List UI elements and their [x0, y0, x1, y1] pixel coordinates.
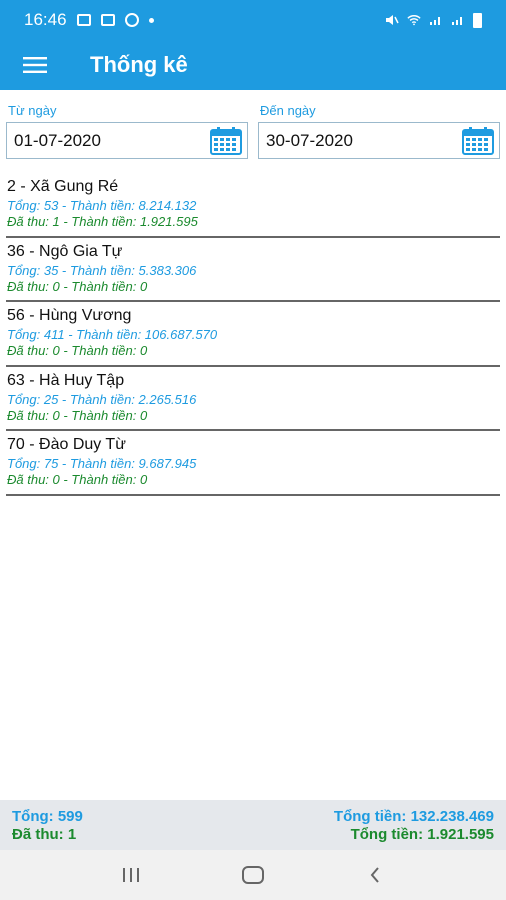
message-notification-icon	[100, 14, 115, 26]
more-notifications-icon	[148, 17, 154, 23]
item-name: 63 - Hà Huy Tập	[7, 371, 125, 389]
item-total: Tổng: 411 - Thành tiền: 106.687.570	[7, 327, 218, 342]
item-name: 2 - Xã Gung Ré	[7, 178, 119, 195]
summary-footer: Tổng: 599 Tổng tiền: 132.238.469 Đã thu:…	[0, 800, 506, 850]
list-item[interactable]: 63 - Hà Huy Tập Tổng: 25 - Thành tiền: 2…	[6, 367, 500, 431]
item-collected: Đã thu: 0 - Thành tiền: 0	[7, 278, 148, 294]
menu-icon	[23, 57, 47, 73]
item-total: Tổng: 35 - Thành tiền: 5.383.306	[7, 262, 197, 278]
footer-collected-amount: Tổng tiền: 1.921.595	[350, 826, 494, 843]
item-name: 36 - Ngô Gia Tự	[7, 242, 123, 260]
to-calendar-button[interactable]	[462, 126, 494, 155]
footer-total-amount: Tổng tiền: 132.238.469	[333, 808, 494, 825]
item-name: 70 - Đào Duy Từ	[7, 436, 126, 453]
to-date-field[interactable]: 30-07-2020	[258, 122, 500, 159]
recents-icon	[123, 868, 139, 882]
item-total: Tổng: 53 - Thành tiền: 8.214.132	[7, 198, 197, 213]
status-time: 16:46	[24, 10, 67, 29]
item-name: 56 - Hùng Vương	[7, 307, 132, 324]
battery-icon	[473, 12, 482, 28]
item-collected: Đã thu: 0 - Thành tiền: 0	[7, 343, 148, 358]
system-nav-bar	[0, 850, 506, 900]
date-filter: Từ ngày 01-07-2020 Đến ngày 30-07-2020	[0, 100, 506, 159]
item-total: Tổng: 75 - Thành tiền: 9.687.945	[7, 456, 197, 471]
sync-notification-icon	[124, 13, 139, 27]
app-bar: Thống kê	[0, 40, 506, 90]
from-date-group: Từ ngày 01-07-2020	[6, 100, 248, 159]
list-item[interactable]: 56 - Hùng Vương Tổng: 411 - Thành tiền: …	[6, 302, 500, 367]
recents-button[interactable]	[106, 855, 156, 895]
wifi-icon	[407, 15, 421, 26]
to-date-value[interactable]: 30-07-2020	[266, 131, 462, 151]
to-date-label: Đến ngày	[260, 103, 316, 118]
home-button[interactable]	[228, 855, 278, 895]
from-date-value[interactable]: 01-07-2020	[14, 131, 210, 151]
item-total: Tổng: 25 - Thành tiền: 2.265.516	[7, 391, 197, 407]
item-collected: Đã thu: 0 - Thành tiền: 0	[7, 472, 148, 487]
list-item[interactable]: 36 - Ngô Gia Tự Tổng: 35 - Thành tiền: 5…	[6, 238, 500, 302]
status-bar: 16:46	[0, 0, 506, 40]
from-calendar-button[interactable]	[210, 126, 242, 155]
list-item[interactable]: 2 - Xã Gung Ré Tổng: 53 - Thành tiền: 8.…	[6, 173, 500, 238]
item-collected: Đã thu: 0 - Thành tiền: 0	[7, 407, 148, 423]
signal-1-icon	[430, 17, 440, 25]
calendar-icon	[462, 126, 494, 155]
home-icon	[242, 866, 264, 884]
footer-total: Tổng: 599	[12, 808, 83, 825]
to-date-group: Đến ngày 30-07-2020	[258, 100, 500, 159]
menu-button[interactable]	[0, 40, 70, 90]
from-date-field[interactable]: 01-07-2020	[6, 122, 248, 159]
from-date-label: Từ ngày	[8, 103, 57, 118]
back-button[interactable]	[350, 855, 400, 895]
item-collected: Đã thu: 1 - Thành tiền: 1.921.595	[7, 214, 198, 229]
mute-icon	[386, 15, 399, 25]
stats-list: 2 - Xã Gung Ré Tổng: 53 - Thành tiền: 8.…	[6, 173, 500, 496]
gallery-notification-icon	[76, 14, 91, 26]
back-icon	[370, 867, 379, 883]
footer-collected: Đã thu: 1	[12, 826, 77, 843]
calendar-icon	[210, 126, 242, 155]
signal-2-icon	[452, 17, 462, 25]
page-title: Thống kê	[90, 52, 188, 77]
list-item[interactable]: 70 - Đào Duy Từ Tổng: 75 - Thành tiền: 9…	[6, 431, 500, 496]
